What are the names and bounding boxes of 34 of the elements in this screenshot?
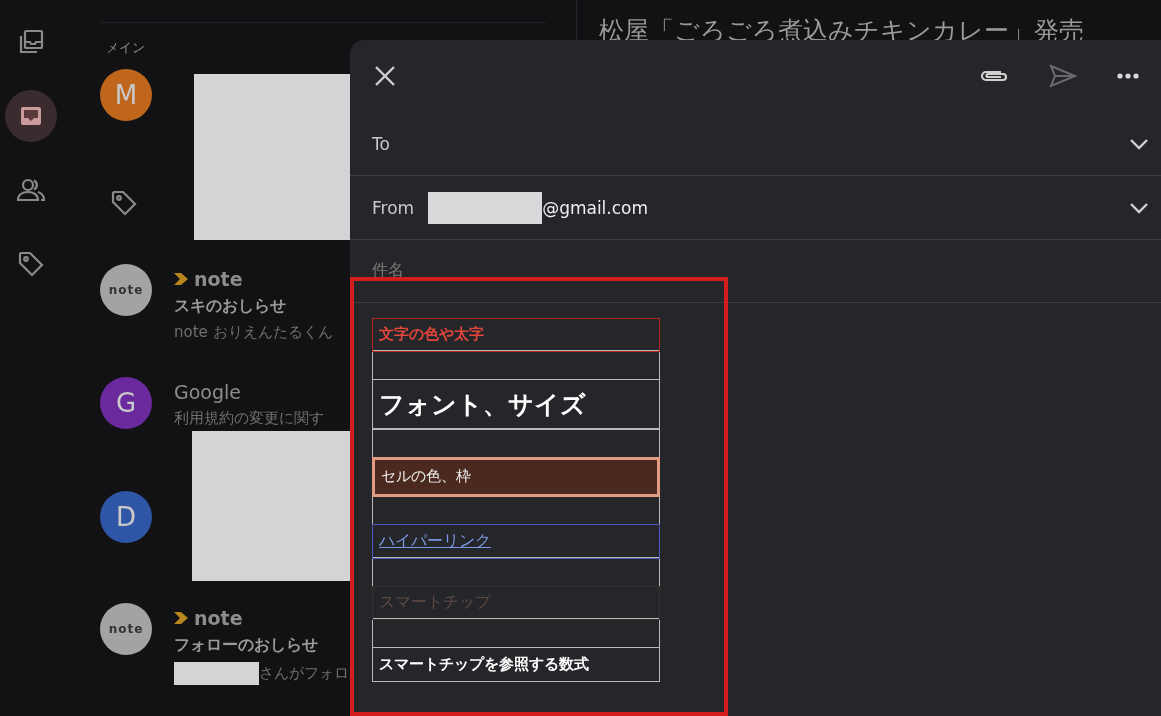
people-icon[interactable] (16, 177, 46, 203)
tag-icon (110, 189, 138, 217)
table-cell: 文字の色や太字 (372, 317, 660, 352)
logo-avatar: note (100, 264, 152, 316)
message-preview: 利用規約の変更に関す (174, 409, 324, 428)
send-icon[interactable] (1049, 64, 1077, 88)
message-preview: note おりえんたるくん (174, 323, 333, 342)
table-cell: フォント、サイズ (372, 378, 660, 430)
message-subject: フォローのおしらせ (174, 635, 319, 656)
photo-stack-icon[interactable] (17, 28, 45, 56)
subject-field[interactable]: 件名 (372, 260, 672, 279)
table-cell: セルの色、枠 (372, 456, 660, 497)
letter-avatar: G (100, 377, 152, 429)
letter-avatar: D (100, 491, 152, 543)
section-heading: メイン (106, 39, 146, 57)
more-icon[interactable] (1117, 73, 1139, 79)
field-label: From (372, 197, 415, 218)
sender-name: note (194, 268, 243, 290)
chevron-icon (174, 612, 188, 624)
sender-name: note (194, 607, 243, 629)
table-cell: スマートチップを参照する数式 (372, 646, 660, 682)
close-icon[interactable] (374, 65, 396, 87)
logo-avatar: note (100, 603, 152, 655)
sender-name: Google (174, 381, 241, 403)
chevron-down-icon[interactable] (1129, 201, 1149, 214)
message-subject: スキのおしらせ (174, 296, 287, 317)
chevron-icon (174, 273, 188, 285)
paperclip-icon[interactable] (979, 68, 1009, 84)
message-preview: さんがフォロ (259, 664, 349, 683)
chevron-down-icon[interactable] (1129, 137, 1149, 150)
field-label: To (372, 133, 390, 154)
letter-avatar: M (100, 69, 152, 121)
tag-icon[interactable] (17, 250, 45, 278)
sender-address: @gmail.com (542, 197, 649, 218)
